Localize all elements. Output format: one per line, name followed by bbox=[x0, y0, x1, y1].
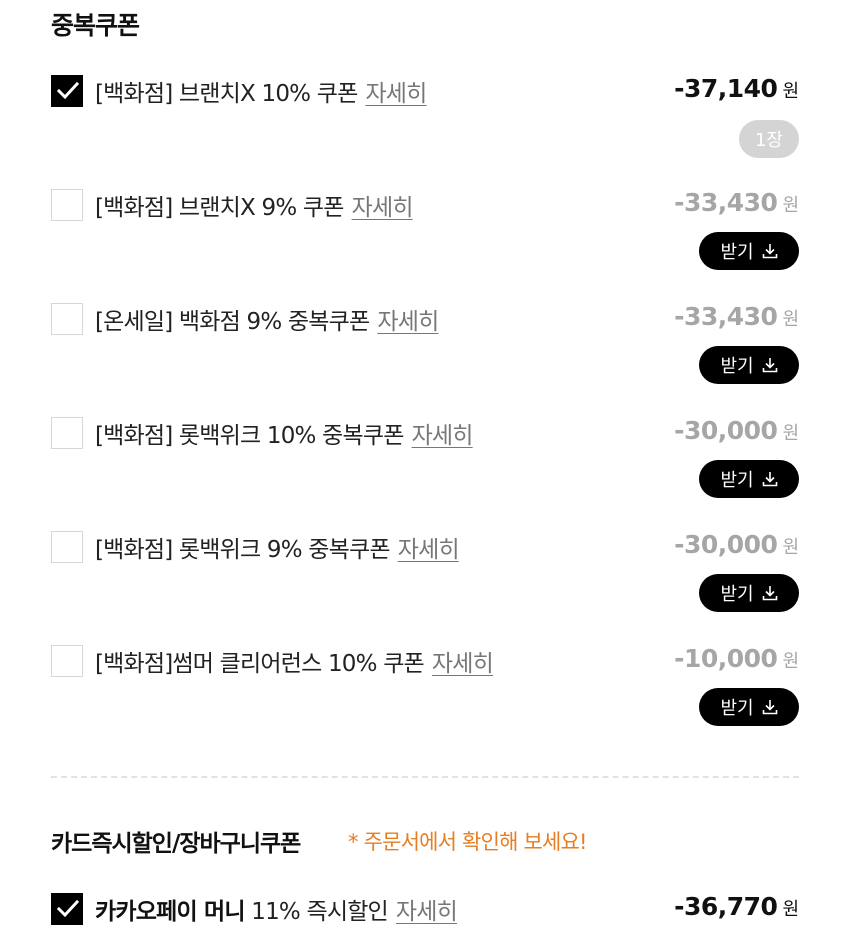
coupon-download-button[interactable]: 받기 bbox=[699, 460, 799, 498]
coupon-amount: -30,000 원 bbox=[674, 416, 799, 445]
coupon-amount-unit: 원 bbox=[782, 81, 799, 102]
section-divider bbox=[51, 776, 799, 778]
coupon-download-button[interactable]: 받기 bbox=[699, 574, 799, 612]
coupon-label: [온세일] 백화점 9% 중복쿠폰 자세히 bbox=[95, 302, 439, 336]
download-button-label: 받기 bbox=[720, 584, 754, 605]
card-discount-amount-unit: 원 bbox=[782, 899, 799, 920]
coupon-checkbox[interactable] bbox=[51, 75, 83, 107]
check-icon bbox=[57, 82, 79, 100]
coupon-name: [백화점]썸머 클리어런스 10% 쿠폰 bbox=[95, 651, 425, 677]
coupon-amount-value: -33,430 bbox=[674, 188, 778, 217]
coupon-name: [백화점] 브랜치X 9% 쿠폰 bbox=[95, 195, 344, 221]
coupon-amount: -37,140 원 bbox=[674, 74, 799, 103]
coupon-amount-unit: 원 bbox=[782, 423, 799, 444]
download-button-label: 받기 bbox=[720, 470, 754, 491]
coupon-detail-link[interactable]: 자세히 bbox=[432, 651, 494, 677]
coupon-download-button[interactable]: 받기 bbox=[699, 232, 799, 270]
coupon-row: [온세일] 백화점 9% 중복쿠폰 자세히 -33,430 원 bbox=[51, 300, 799, 340]
coupon-detail-link[interactable]: 자세히 bbox=[352, 195, 414, 221]
coupon-label: [백화점] 브랜치X 10% 쿠폰 자세히 bbox=[95, 74, 427, 108]
coupon-checkbox[interactable] bbox=[51, 645, 83, 677]
coupon-name: [백화점] 롯백위크 10% 중복쿠폰 bbox=[95, 423, 404, 449]
coupon-amount-value: -33,430 bbox=[674, 302, 778, 331]
coupon-row: [백화점] 롯백위크 10% 중복쿠폰 자세히 -30,000 원 bbox=[51, 414, 799, 454]
card-discount-label: 카카오페이 머니 11% 즉시할인 자세히 bbox=[95, 892, 458, 926]
coupon-label: [백화점]썸머 클리어런스 10% 쿠폰 자세히 bbox=[95, 644, 494, 678]
coupon-checkbox[interactable] bbox=[51, 417, 83, 449]
coupon-row: [백화점] 브랜치X 10% 쿠폰 자세히 -37,140 원 bbox=[51, 72, 799, 112]
coupon-amount: -33,430 원 bbox=[674, 188, 799, 217]
coupon-amount-unit: 원 bbox=[782, 309, 799, 330]
coupon-amount-unit: 원 bbox=[782, 537, 799, 558]
card-discount-amount: -36,770 원 bbox=[674, 892, 799, 921]
coupon-checkbox[interactable] bbox=[51, 189, 83, 221]
coupon-name: [백화점] 롯백위크 9% 중복쿠폰 bbox=[95, 537, 391, 563]
coupon-row: [백화점] 브랜치X 9% 쿠폰 자세히 -33,430 원 bbox=[51, 186, 799, 226]
duplicate-coupon-title: 중복쿠폰 bbox=[51, 11, 140, 40]
card-discount-name: 카카오페이 머니 bbox=[95, 899, 246, 925]
coupon-detail-link[interactable]: 자세히 bbox=[377, 309, 439, 335]
card-discount-detail-link[interactable]: 자세히 bbox=[396, 899, 458, 925]
coupon-amount-value: -37,140 bbox=[674, 74, 778, 103]
download-icon bbox=[762, 358, 777, 373]
coupon-row: [백화점]썸머 클리어런스 10% 쿠폰 자세히 -10,000 원 bbox=[51, 642, 799, 682]
coupon-detail-link[interactable]: 자세히 bbox=[398, 537, 460, 563]
download-icon bbox=[762, 244, 777, 259]
card-discount-checkbox[interactable] bbox=[51, 893, 83, 925]
coupon-detail-link[interactable]: 자세히 bbox=[412, 423, 474, 449]
coupon-amount-unit: 원 bbox=[782, 195, 799, 216]
card-discount-row: 카카오페이 머니 11% 즉시할인 자세히 -36,770 원 bbox=[51, 890, 799, 930]
coupon-amount-unit: 원 bbox=[782, 651, 799, 672]
coupon-download-button[interactable]: 받기 bbox=[699, 688, 799, 726]
coupon-name: [백화점] 브랜치X 10% 쿠폰 bbox=[95, 81, 358, 107]
coupon-amount: -33,430 원 bbox=[674, 302, 799, 331]
coupon-label: [백화점] 롯백위크 10% 중복쿠폰 자세히 bbox=[95, 416, 473, 450]
download-button-label: 받기 bbox=[720, 356, 754, 377]
coupon-amount-value: -10,000 bbox=[674, 644, 778, 673]
coupon-checkbox[interactable] bbox=[51, 531, 83, 563]
coupon-count-badge: 1장 bbox=[739, 120, 799, 158]
coupon-label: [백화점] 브랜치X 9% 쿠폰 자세히 bbox=[95, 188, 414, 222]
coupon-amount: -10,000 원 bbox=[674, 644, 799, 673]
download-icon bbox=[762, 472, 777, 487]
coupon-amount-value: -30,000 bbox=[674, 530, 778, 559]
card-discount-rate: 11% 즉시할인 bbox=[244, 899, 388, 925]
coupon-amount-value: -30,000 bbox=[674, 416, 778, 445]
download-icon bbox=[762, 700, 777, 715]
coupon-name: [온세일] 백화점 9% 중복쿠폰 bbox=[95, 309, 370, 335]
check-icon bbox=[57, 900, 79, 918]
coupon-label: [백화점] 롯백위크 9% 중복쿠폰 자세히 bbox=[95, 530, 460, 564]
coupon-amount: -30,000 원 bbox=[674, 530, 799, 559]
coupon-checkbox[interactable] bbox=[51, 303, 83, 335]
coupon-detail-link[interactable]: 자세히 bbox=[365, 81, 427, 107]
download-icon bbox=[762, 586, 777, 601]
download-button-label: 받기 bbox=[720, 242, 754, 263]
download-button-label: 받기 bbox=[720, 698, 754, 719]
card-discount-amount-value: -36,770 bbox=[674, 892, 778, 921]
order-notice: * 주문서에서 확인해 보세요! bbox=[348, 830, 587, 854]
coupon-download-button[interactable]: 받기 bbox=[699, 346, 799, 384]
card-discount-title: 카드즉시할인/장바구니쿠폰 bbox=[51, 831, 301, 857]
coupon-row: [백화점] 롯백위크 9% 중복쿠폰 자세히 -30,000 원 bbox=[51, 528, 799, 568]
